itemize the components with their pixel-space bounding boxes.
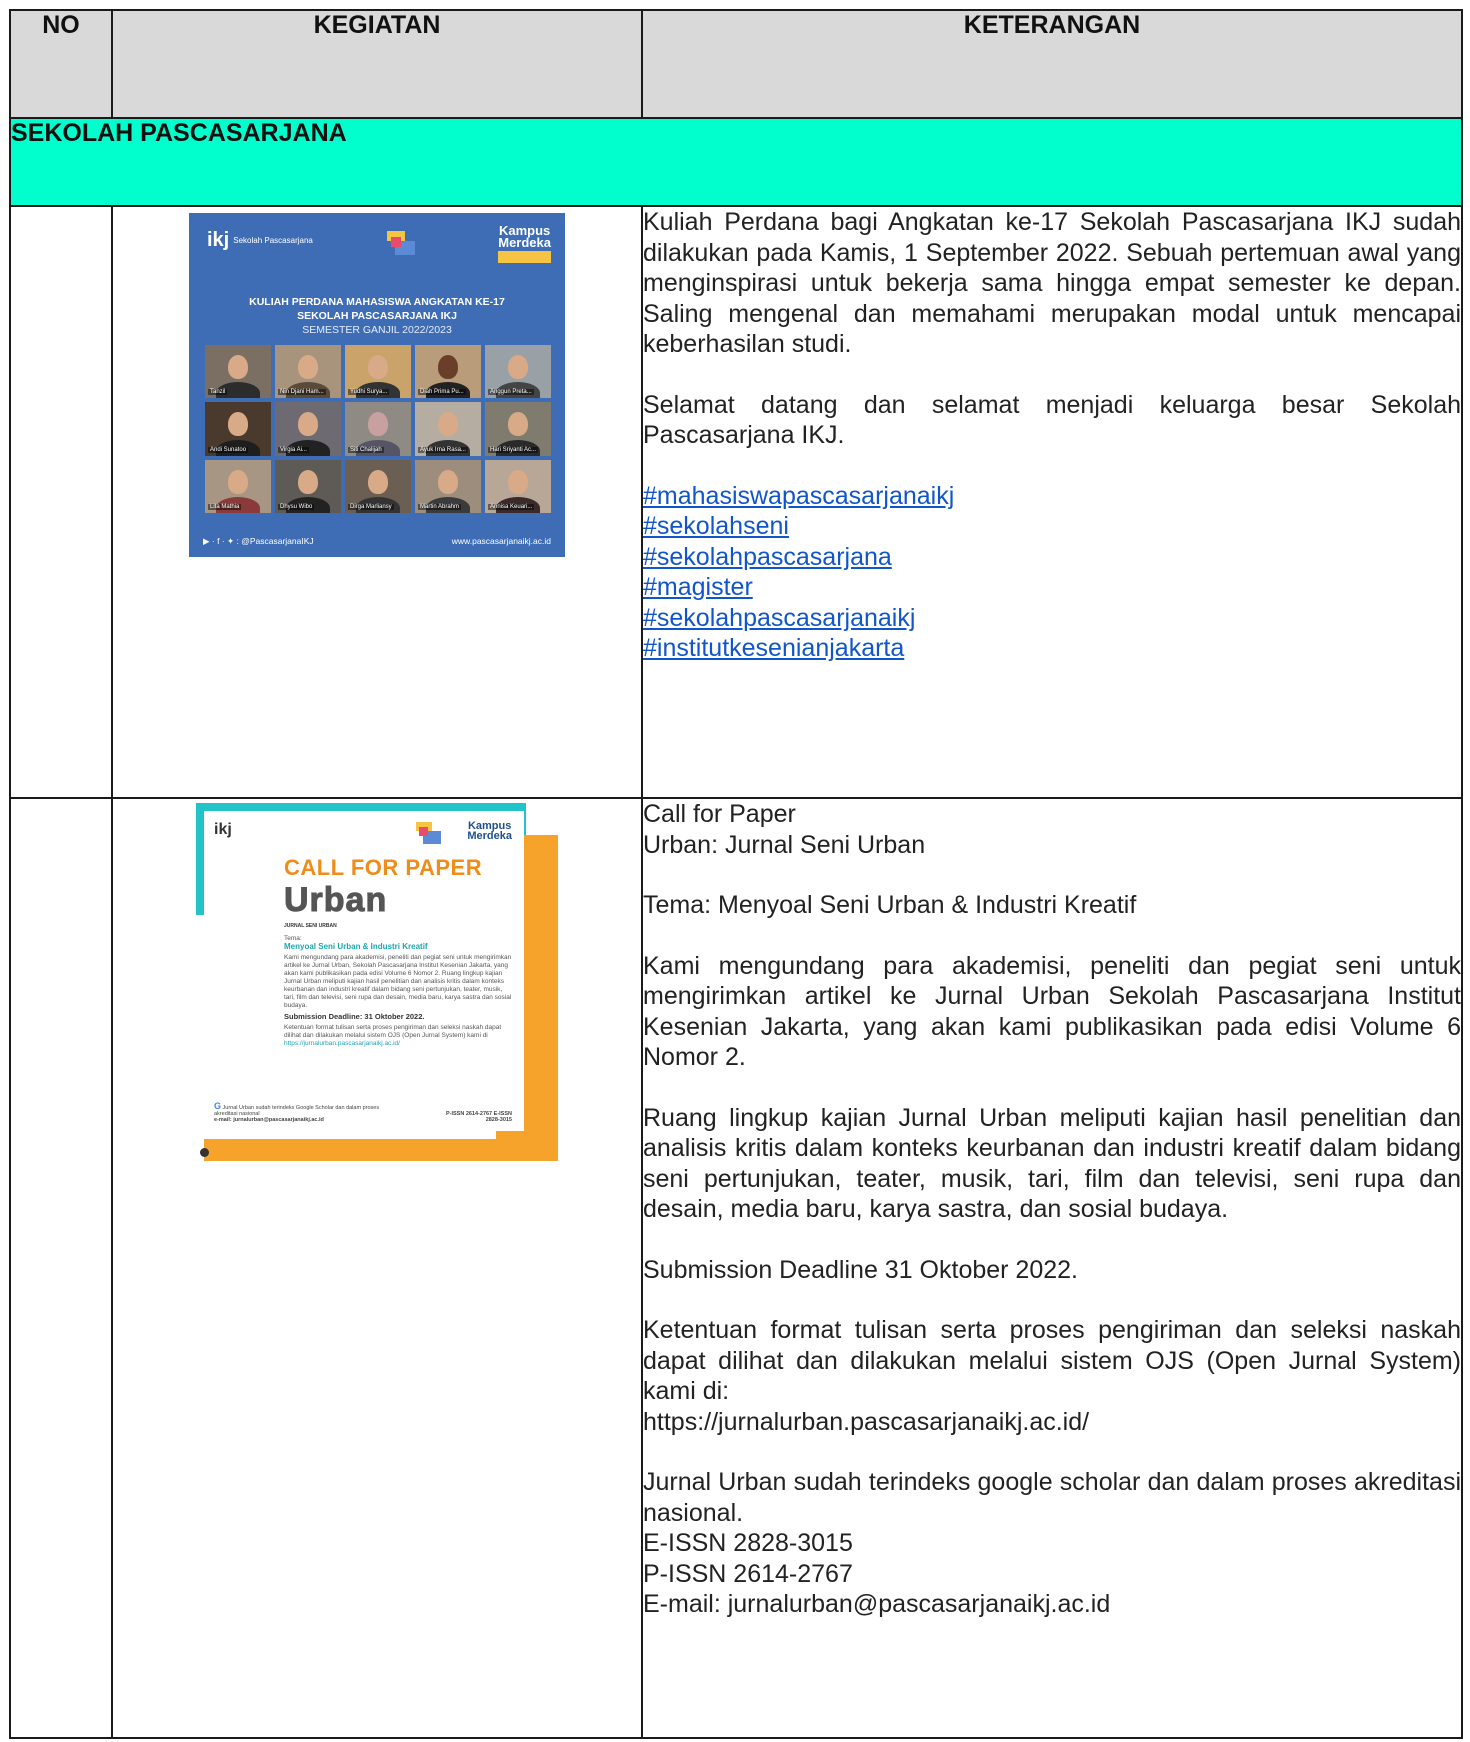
participant-tile: Martin Abrahm: [415, 459, 481, 513]
description-cell: Call for Paper Urban: Jurnal Seni Urban …: [641, 797, 1463, 1739]
urban-logo: Urban: [283, 881, 388, 920]
header-keterangan: KETERANGAN: [641, 9, 1463, 119]
poster-footer: G Jurnal Urban sudah terindeks Google Sc…: [214, 1101, 512, 1123]
kampus-merdeka-badge: Kampus Merdeka: [467, 820, 512, 842]
hashtag-link[interactable]: #magister: [643, 572, 1461, 603]
table-row: ikj Sekolah Pascasarjana Kampus Merdeka KU…: [9, 205, 1463, 799]
section-row: SEKOLAH PASCASARJANA: [9, 117, 1463, 207]
activity-image-cell: ikj Sekolah Pascasarjana Kampus Merdeka KU…: [111, 205, 643, 799]
eissn-line: E-ISSN 2828-3015: [643, 1529, 853, 1557]
poster-title: KULIAH PERDANA MAHASISWA ANGKATAN KE-17 …: [249, 296, 505, 336]
table-row: ikj Kampus Merdeka CALL FOR PAPER Urban J…: [9, 797, 1463, 1739]
section-title: SEKOLAH PASCASARJANA: [9, 117, 1463, 207]
participant-tile: Andi Sunatoo: [205, 402, 271, 456]
row-number-cell: [9, 797, 113, 1739]
email-line: E-mail: jurnalurban@pascasarjanaikj.ac.i…: [643, 1590, 1111, 1618]
pissn-line: P-ISSN 2614-2767: [643, 1559, 853, 1588]
anniversary-logo-icon: [387, 231, 415, 255]
ikj-logo: ikj Sekolah Pascasarjana: [207, 229, 313, 251]
participant-tile: Ayuk Irna Rasa...: [415, 402, 481, 456]
hashtag-link[interactable]: #sekolahseni: [643, 511, 1461, 542]
ikj-logo: ikj: [214, 821, 232, 838]
journal-name: JURNAL SENI URBAN: [284, 923, 337, 929]
description-paragraph: Ruang lingkup kajian Jurnal Urban melipu…: [643, 1103, 1461, 1224]
participant-tile: Dhysu Wibo: [275, 459, 341, 513]
table-header-row: NO KEGIATAN KETERANGAN: [9, 9, 1463, 119]
description-line: Tema: Menyoal Seni Urban & Industri Krea…: [643, 891, 1137, 919]
journal-url: https://jurnalurban.pascasarjanaikj.ac.i…: [643, 1407, 1090, 1436]
participant-tile: Diah Prima Pu...: [415, 345, 481, 399]
poster-body: Tema: Menyoal Seni Urban & Industri Krea…: [284, 935, 512, 1047]
description-paragraph: Selamat datang dan selamat menjadi kelua…: [643, 390, 1461, 450]
hashtag-link[interactable]: #mahasiswapascasarjanaikj: [643, 481, 1461, 512]
description-line: Submission Deadline 31 Oktober 2022.: [643, 1255, 1078, 1284]
hashtag-link[interactable]: #sekolahpascasarjanaikj: [643, 603, 1461, 634]
participant-grid: Tanzil Nin Djani Ham... Yudhi Surya... D…: [205, 345, 551, 513]
participant-tile: Lita Mathia: [205, 459, 271, 513]
participant-tile: Dirga Marliansy: [345, 459, 411, 513]
kampus-merdeka-badge: Kampus Merdeka: [498, 224, 551, 263]
description-line: Urban: Jurnal Seni Urban: [643, 830, 926, 859]
poster-issn: P-ISSN 2614-2767 E-ISSN 2828-3015: [445, 1111, 512, 1123]
description-cell: Kuliah Perdana bagi Angkatan ke-17 Sekol…: [641, 205, 1463, 799]
participant-tile: Yudhi Surya...: [345, 345, 411, 399]
participant-tile: Virgia Ai...: [275, 402, 341, 456]
description-paragraph: Jurnal Urban sudah terindeks google scho…: [643, 1468, 1461, 1527]
call-for-paper-heading: CALL FOR PAPER: [284, 855, 483, 880]
call-for-paper-poster: ikj Kampus Merdeka CALL FOR PAPER Urban J…: [196, 803, 558, 1161]
hashtag-link[interactable]: #institutkesenianjakarta: [643, 633, 1461, 664]
participant-tile: Tanzil: [205, 345, 271, 399]
participant-tile: Annisa Keuari...: [485, 459, 551, 513]
anniversary-logo-icon: [416, 822, 441, 844]
page-dot-icon: [200, 1148, 209, 1157]
description-paragraph: Kami mengundang para akademisi, peneliti…: [643, 951, 1461, 1072]
kuliah-perdana-poster: ikj Sekolah Pascasarjana Kampus Merdeka KU…: [189, 213, 565, 557]
activity-table: NO KEGIATAN KETERANGAN SEKOLAH PASCASARJ…: [9, 9, 1463, 1739]
participant-tile: Anggun Preta...: [485, 345, 551, 399]
row-number-cell: [9, 205, 113, 799]
participant-tile: Hari Sriyanti Ac...: [485, 402, 551, 456]
participant-tile: Nin Djani Ham...: [275, 345, 341, 399]
activity-image-cell: ikj Kampus Merdeka CALL FOR PAPER Urban J…: [111, 797, 643, 1739]
social-handle: ▶ · f · ✦ : @PascasarjanaIKJ: [203, 536, 314, 546]
hashtag-link[interactable]: #sekolahpascasarjana: [643, 542, 1461, 573]
header-kegiatan: KEGIATAN: [111, 9, 643, 119]
description-line: Call for Paper: [643, 800, 796, 828]
participant-tile: Siti Chalijah: [345, 402, 411, 456]
scholar-note: G Jurnal Urban sudah terindeks Google Sc…: [214, 1101, 380, 1123]
description-paragraph: Kuliah Perdana bagi Angkatan ke-17 Sekol…: [643, 208, 1461, 358]
header-no: NO: [9, 9, 113, 119]
description-paragraph: Ketentuan format tulisan serta proses pe…: [643, 1316, 1461, 1405]
poster-footer: ▶ · f · ✦ : @PascasarjanaIKJ www.pascasa…: [203, 536, 551, 547]
poster-website: www.pascasarjanaikj.ac.id: [451, 536, 551, 546]
